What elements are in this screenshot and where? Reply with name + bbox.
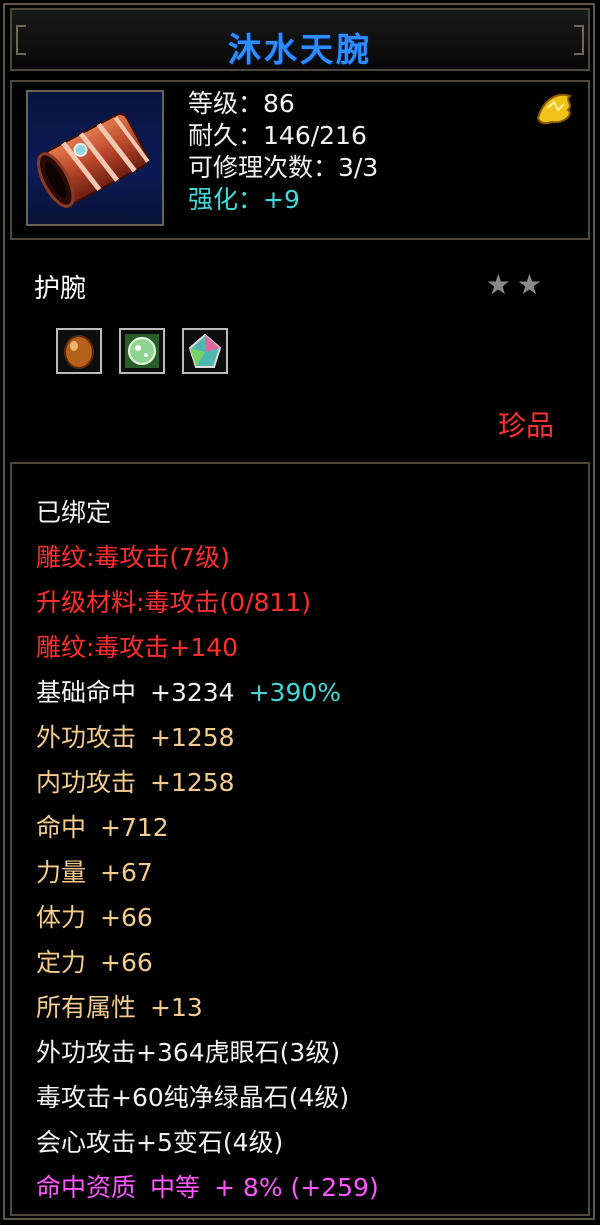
bracer-item-icon xyxy=(26,90,164,226)
base-hit-label: 基础命中 xyxy=(36,678,137,707)
hit-value: +712 xyxy=(100,813,169,842)
enhance-label: 强化： xyxy=(188,185,264,214)
gem-bonus-1: 外功攻击+364虎眼石(3级) xyxy=(36,1038,341,1067)
gem-bonus-2: 毒攻击+60纯净绿晶石(4级) xyxy=(36,1083,350,1112)
int-attack-value: +1258 xyxy=(150,768,235,797)
base-hit-percent: +390% xyxy=(248,678,342,707)
durability-label: 耐久： xyxy=(188,121,264,150)
stats-list: 已绑定 雕纹:毒攻击(7级) 升级材料:毒攻击(0/811) 雕纹:毒攻击+14… xyxy=(36,490,379,1210)
repairs-row: 可修理次数：3/3 xyxy=(188,152,378,184)
quality-value: + 8% (+259) xyxy=(214,1173,379,1202)
durability-row: 耐久：146/216 xyxy=(188,120,378,152)
enhance-row: 强化：+9 xyxy=(188,184,378,216)
hit-label: 命中 xyxy=(36,813,87,842)
quality-label: 命中资质 xyxy=(36,1173,137,1202)
base-hit-value: +3234 xyxy=(150,678,235,707)
quality-row: 命中资质 中等 + 8% (+259) xyxy=(36,1165,379,1210)
int-attack-row: 内功攻击 +1258 xyxy=(36,760,379,805)
rarity-label: 珍品 xyxy=(497,409,554,442)
stamina-label: 体力 xyxy=(36,903,87,932)
focus-label: 定力 xyxy=(36,948,87,977)
int-attack-label: 内功攻击 xyxy=(36,768,137,797)
engrave-bonus: 雕纹:毒攻击+140 xyxy=(36,633,239,662)
rainbow-crystal-gem-icon[interactable] xyxy=(182,328,229,374)
item-info-lines: 等级：86 耐久：146/216 可修理次数：3/3 强化：+9 xyxy=(188,88,378,216)
quality-grade: 中等 xyxy=(150,1173,201,1202)
item-type: 护腕 xyxy=(34,274,87,304)
focus-row: 定力 +66 xyxy=(36,940,379,985)
stats-panel: 已绑定 雕纹:毒攻击(7级) 升级材料:毒攻击(0/811) 雕纹:毒攻击+14… xyxy=(10,462,590,1216)
all-attr-value: +13 xyxy=(150,993,203,1022)
item-name: 沐水天腕 xyxy=(228,30,372,69)
all-attr-row: 所有属性 +13 xyxy=(36,985,379,1030)
ext-attack-row: 外功攻击 +1258 xyxy=(36,715,379,760)
gem-slots xyxy=(56,328,240,374)
strength-value: +67 xyxy=(100,858,153,887)
strength-row: 力量 +67 xyxy=(36,850,379,895)
enhance-value: +9 xyxy=(263,185,300,214)
gem-bonus-3: 会心攻击+5变石(4级) xyxy=(36,1128,284,1157)
gold-dragon-icon[interactable] xyxy=(534,88,578,128)
upgrade-material: 升级材料:毒攻击(0/811) xyxy=(36,588,311,617)
repairs-label: 可修理次数： xyxy=(188,153,339,182)
stamina-value: +66 xyxy=(100,903,153,932)
item-type-panel: 护腕 ★★ 珍品 xyxy=(10,250,590,455)
repairs-value: 3/3 xyxy=(338,153,379,182)
hit-row: 命中 +712 xyxy=(36,805,379,850)
amber-gem-icon[interactable] xyxy=(56,328,102,374)
stamina-row: 体力 +66 xyxy=(36,895,379,940)
focus-value: +66 xyxy=(100,948,153,977)
green-jade-gem-icon[interactable] xyxy=(119,328,166,374)
ext-attack-label: 外功攻击 xyxy=(36,723,137,752)
engrave-level: 雕纹:毒攻击(7级) xyxy=(36,543,230,572)
level-label: 等级： xyxy=(188,89,264,118)
all-attr-label: 所有属性 xyxy=(36,993,137,1022)
bound-status: 已绑定 xyxy=(36,498,112,527)
star-icon: ★★ xyxy=(485,268,548,301)
level-row: 等级：86 xyxy=(188,88,378,120)
strength-label: 力量 xyxy=(36,858,87,887)
title-bar: 沐水天腕 xyxy=(10,8,590,71)
level-value: 86 xyxy=(263,89,295,118)
item-info-panel: 等级：86 耐久：146/216 可修理次数：3/3 强化：+9 xyxy=(10,80,590,240)
base-hit-row: 基础命中 +3234 +390% xyxy=(36,670,379,715)
ext-attack-value: +1258 xyxy=(150,723,235,752)
durability-value: 146/216 xyxy=(263,121,367,150)
